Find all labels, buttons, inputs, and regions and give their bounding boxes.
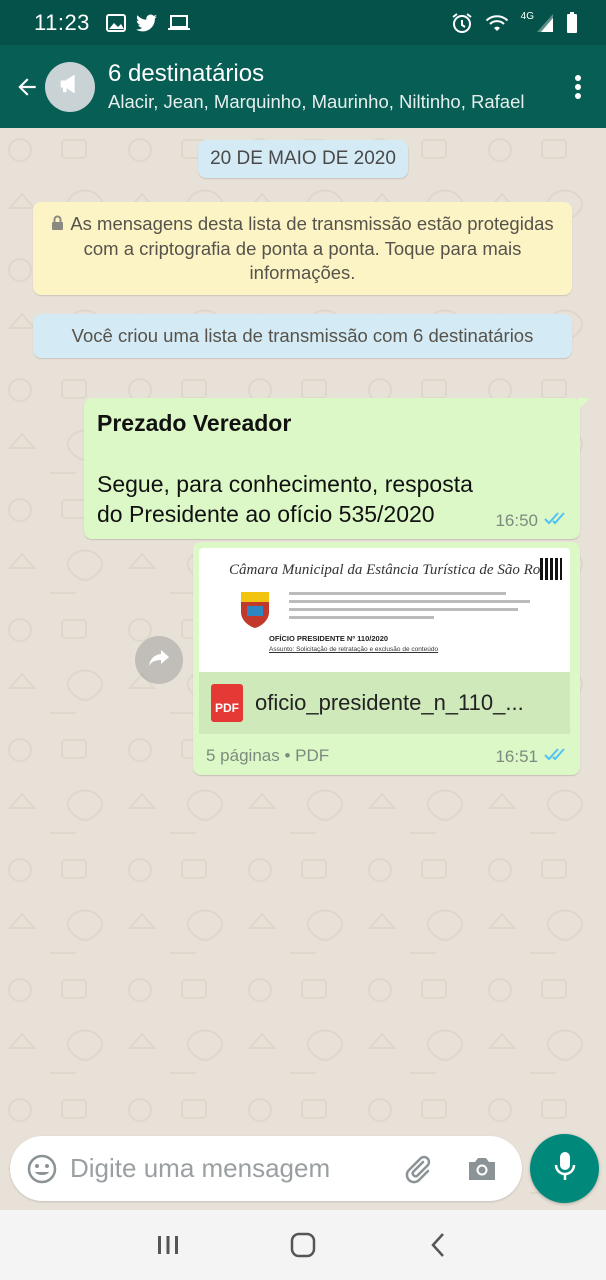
message-title: Prezado Vereador [97,410,292,436]
encryption-notice-text: As mensagens desta lista de transmissão … [70,213,554,283]
crest-icon [241,592,269,628]
chat-header: 6 destinatários Alacir, Jean, Marquinho,… [0,45,606,128]
pdf-file-icon-label: PDF [215,701,239,715]
status-time: 11:23 [34,9,90,35]
message-meta: 16:51 [495,746,570,767]
message-bubble-outgoing[interactable]: Prezado Vereador Segue, para conheciment… [84,398,590,539]
document-address-lines [289,592,530,624]
document-file-row[interactable]: PDF oficio_presidente_n_110_... [199,672,570,734]
document-info: 5 páginas • PDF [206,746,330,765]
alarm-icon [451,12,473,34]
twitter-icon [135,14,158,32]
network-label: 4G [520,11,534,22]
wifi-icon [485,13,509,33]
message-composer [10,1136,522,1201]
encryption-notice[interactable]: As mensagens desta lista de transmissão … [33,202,572,295]
double-check-icon [544,746,570,767]
document-letterhead: Câmara Municipal da Estância Turística d… [229,562,562,578]
message-time: 16:50 [495,510,538,530]
message-body: Segue, para conhecimento, resposta do Pr… [97,471,473,527]
mic-button[interactable] [530,1134,599,1203]
screen-icon [167,14,190,32]
pdf-file-icon: PDF [211,684,243,722]
status-bar: 11:23 4G [0,0,606,45]
qr-code-icon [540,558,562,580]
chat-title: 6 destinatários [108,59,265,87]
signal-icon [536,13,554,33]
document-message[interactable]: Câmara Municipal da Estância Turística d… [193,542,580,775]
more-vert-icon[interactable] [558,57,598,117]
megaphone-icon [56,70,84,103]
file-name: oficio_presidente_n_110_... [255,690,524,715]
lock-icon [51,213,64,237]
date-chip: 20 DE MAIO DE 2020 [198,140,408,178]
battery-icon [566,11,578,34]
mic-icon [553,1150,577,1187]
document-preview[interactable]: Câmara Municipal da Estância Turística d… [199,548,570,672]
home-icon[interactable] [273,1215,333,1275]
back-nav-icon[interactable] [408,1215,468,1275]
document-title: OFÍCIO PRESIDENTE Nº 110/2020 [269,634,389,643]
chat-title-block[interactable]: 6 destinatários Alacir, Jean, Marquinho,… [108,59,558,115]
camera-icon[interactable] [462,1149,502,1189]
message-input[interactable] [70,1153,380,1184]
broadcast-notice: Você criou uma lista de transmissão com … [33,314,572,358]
double-check-icon [544,510,570,531]
forward-button[interactable] [135,636,183,684]
bubble-tail [578,398,590,410]
arrow-back-icon[interactable] [5,65,49,109]
message-meta: 16:50 [495,510,570,531]
recent-apps-icon[interactable] [138,1215,198,1275]
document-subject: Assunto: Solicitação de retratação e exc… [269,646,439,653]
chat-subtitle: Alacir, Jean, Marquinho, Maurinho, Nilti… [108,90,525,112]
chat-area[interactable]: 20 DE MAIO DE 2020 As mensagens desta li… [0,128,606,1210]
message-time: 16:51 [495,746,538,766]
forward-icon [147,648,171,673]
attach-icon[interactable] [398,1149,438,1189]
emoji-icon[interactable] [22,1149,62,1189]
avatar[interactable] [45,61,95,112]
gallery-icon [105,13,126,32]
system-nav-bar [0,1210,606,1280]
